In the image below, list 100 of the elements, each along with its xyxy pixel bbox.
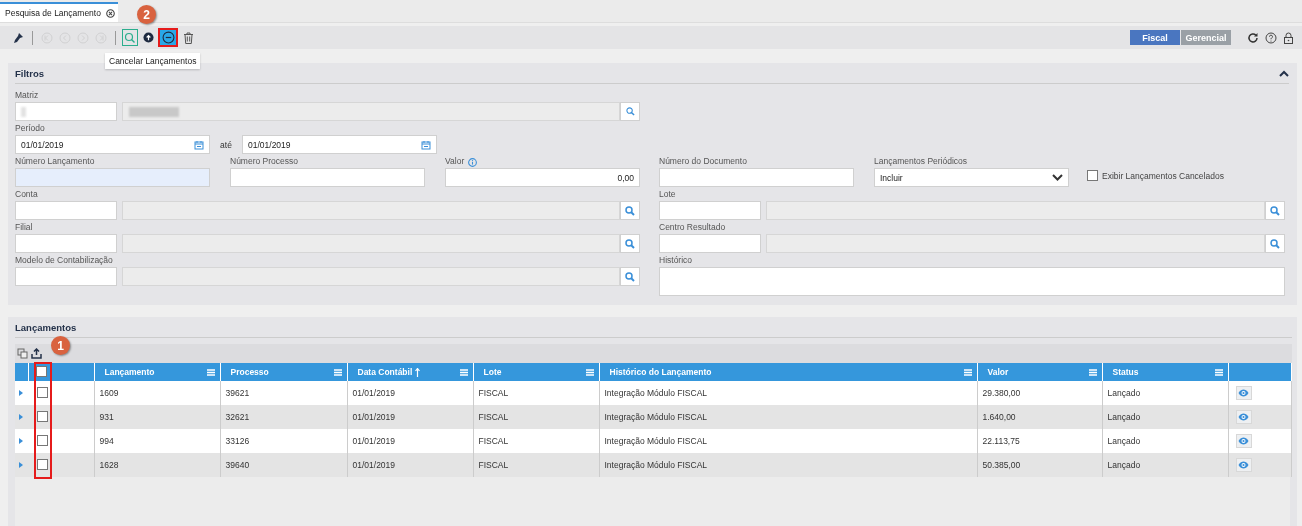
search-icon [1270, 205, 1280, 216]
search-icon [625, 107, 635, 116]
checkbox-label: Exibir Lançamentos Cancelados [1102, 170, 1224, 181]
expand-icon[interactable] [19, 414, 23, 420]
section-title: Lançamentos [15, 321, 77, 333]
column-header[interactable]: Histórico do Lançamento [599, 363, 977, 381]
search-icon [1270, 238, 1280, 249]
date-field[interactable]: 01/01/2019 [15, 135, 210, 154]
blurred-text-drawing [21, 106, 26, 117]
search-button[interactable] [620, 102, 640, 121]
column-menu-icon[interactable] [459, 368, 468, 376]
input-field[interactable] [15, 168, 210, 187]
table-cell: FISCAL [473, 429, 599, 453]
blurred-text-drawing [129, 106, 179, 117]
checkbox[interactable] [1087, 170, 1098, 181]
row-checkbox[interactable] [37, 386, 48, 398]
field-label: Modelo de Contabilização [15, 255, 114, 267]
tooltip: Cancelar Lançamentos [105, 53, 201, 69]
input-field[interactable] [15, 234, 117, 253]
table-cell: 1609 [94, 381, 220, 405]
column-menu-icon[interactable] [206, 368, 215, 376]
view-toggle-button[interactable]: Gerencial [1181, 30, 1231, 45]
row-checkbox[interactable] [37, 458, 48, 470]
table-cell: Lançado [1102, 429, 1228, 453]
info-icon[interactable] [468, 157, 478, 167]
date-field[interactable]: 01/01/2019 [242, 135, 437, 154]
view-button[interactable] [1235, 386, 1252, 400]
search-icon [625, 205, 635, 216]
search-button[interactable] [1265, 234, 1285, 253]
search-button[interactable] [620, 234, 640, 253]
input-field[interactable] [15, 102, 117, 121]
table-cell: FISCAL [473, 453, 599, 477]
row-checkbox[interactable] [37, 434, 48, 446]
column-menu-icon[interactable] [1088, 368, 1097, 376]
callout-badge: 1 [51, 336, 70, 355]
table-cell: Lançado [1102, 381, 1228, 405]
upload-button[interactable] [140, 29, 156, 46]
view-button[interactable] [1235, 410, 1252, 424]
column-menu-icon[interactable] [333, 368, 342, 376]
close-icon[interactable] [105, 8, 115, 18]
row-checkbox[interactable] [37, 410, 48, 422]
page-tab[interactable]: Pesquisa de Lançamento [0, 2, 118, 22]
table-cell: FISCAL [473, 381, 599, 405]
table-cell: 1628 [94, 453, 220, 477]
column-header[interactable]: Lote [473, 363, 599, 381]
input-field[interactable] [230, 168, 425, 187]
column-header[interactable]: Processo [220, 363, 347, 381]
table-cell: Integração Módulo FISCAL [599, 381, 977, 405]
table-cell: 39640 [220, 453, 347, 477]
column-header[interactable]: Lançamento [94, 363, 220, 381]
export-icon[interactable] [31, 348, 42, 359]
expand-icon[interactable] [19, 438, 23, 444]
input-field[interactable] [659, 201, 761, 220]
column-menu-icon[interactable] [963, 368, 972, 376]
table-cell: 931 [94, 405, 220, 429]
input-field[interactable] [659, 168, 854, 187]
table-cell: 39621 [220, 381, 347, 405]
column-menu-icon[interactable] [1214, 368, 1223, 376]
calendar-icon[interactable] [421, 139, 431, 150]
dropdown[interactable]: Incluir [874, 168, 1069, 187]
expand-icon[interactable] [19, 390, 23, 396]
field-label: Número Lançamento [15, 156, 96, 168]
table-cell: FISCAL [473, 405, 599, 429]
field-label: Lançamentos Periódicos [874, 156, 969, 168]
field-label: Histórico [659, 255, 694, 267]
lock-icon[interactable] [1283, 31, 1294, 44]
input-field[interactable] [15, 267, 117, 286]
table-cell: Integração Módulo FISCAL [599, 405, 977, 429]
table-cell: Lançado [1102, 405, 1228, 429]
field-label: Período [15, 123, 46, 135]
input-field[interactable]: 0,00 [445, 168, 640, 187]
view-button[interactable] [1235, 458, 1252, 472]
column-header[interactable]: Data Contábil [347, 363, 473, 381]
field-label: Conta [15, 189, 39, 201]
minus-circle-button[interactable] [158, 28, 178, 47]
tab-label: Pesquisa de Lançamento [5, 8, 101, 18]
table-cell: 50.385,00 [977, 453, 1102, 477]
view-toggle-button[interactable]: Fiscal [1130, 30, 1180, 45]
input-field[interactable] [659, 234, 761, 253]
field-label: Número Processo [230, 156, 300, 168]
table-cell: 01/01/2019 [347, 453, 473, 477]
help-icon[interactable] [1265, 31, 1277, 44]
search-button[interactable] [620, 201, 640, 220]
chevron-down-icon [1052, 174, 1063, 181]
input-field[interactable] [15, 201, 117, 220]
table-cell: Integração Módulo FISCAL [599, 453, 977, 477]
collapse-icon[interactable] [1279, 69, 1289, 77]
view-button[interactable] [1235, 434, 1252, 448]
table-cell: 33126 [220, 429, 347, 453]
search-icon [625, 271, 635, 282]
search-button[interactable] [620, 267, 640, 286]
search-button[interactable] [1265, 201, 1285, 220]
column-header[interactable]: Valor [977, 363, 1102, 381]
select-all-checkbox[interactable] [35, 365, 47, 377]
refresh-icon[interactable] [1247, 31, 1259, 44]
calendar-icon[interactable] [194, 139, 204, 150]
column-header[interactable]: Status [1102, 363, 1228, 381]
column-menu-icon[interactable] [585, 368, 594, 376]
table-cell: 01/01/2019 [347, 381, 473, 405]
expand-icon[interactable] [19, 462, 23, 468]
